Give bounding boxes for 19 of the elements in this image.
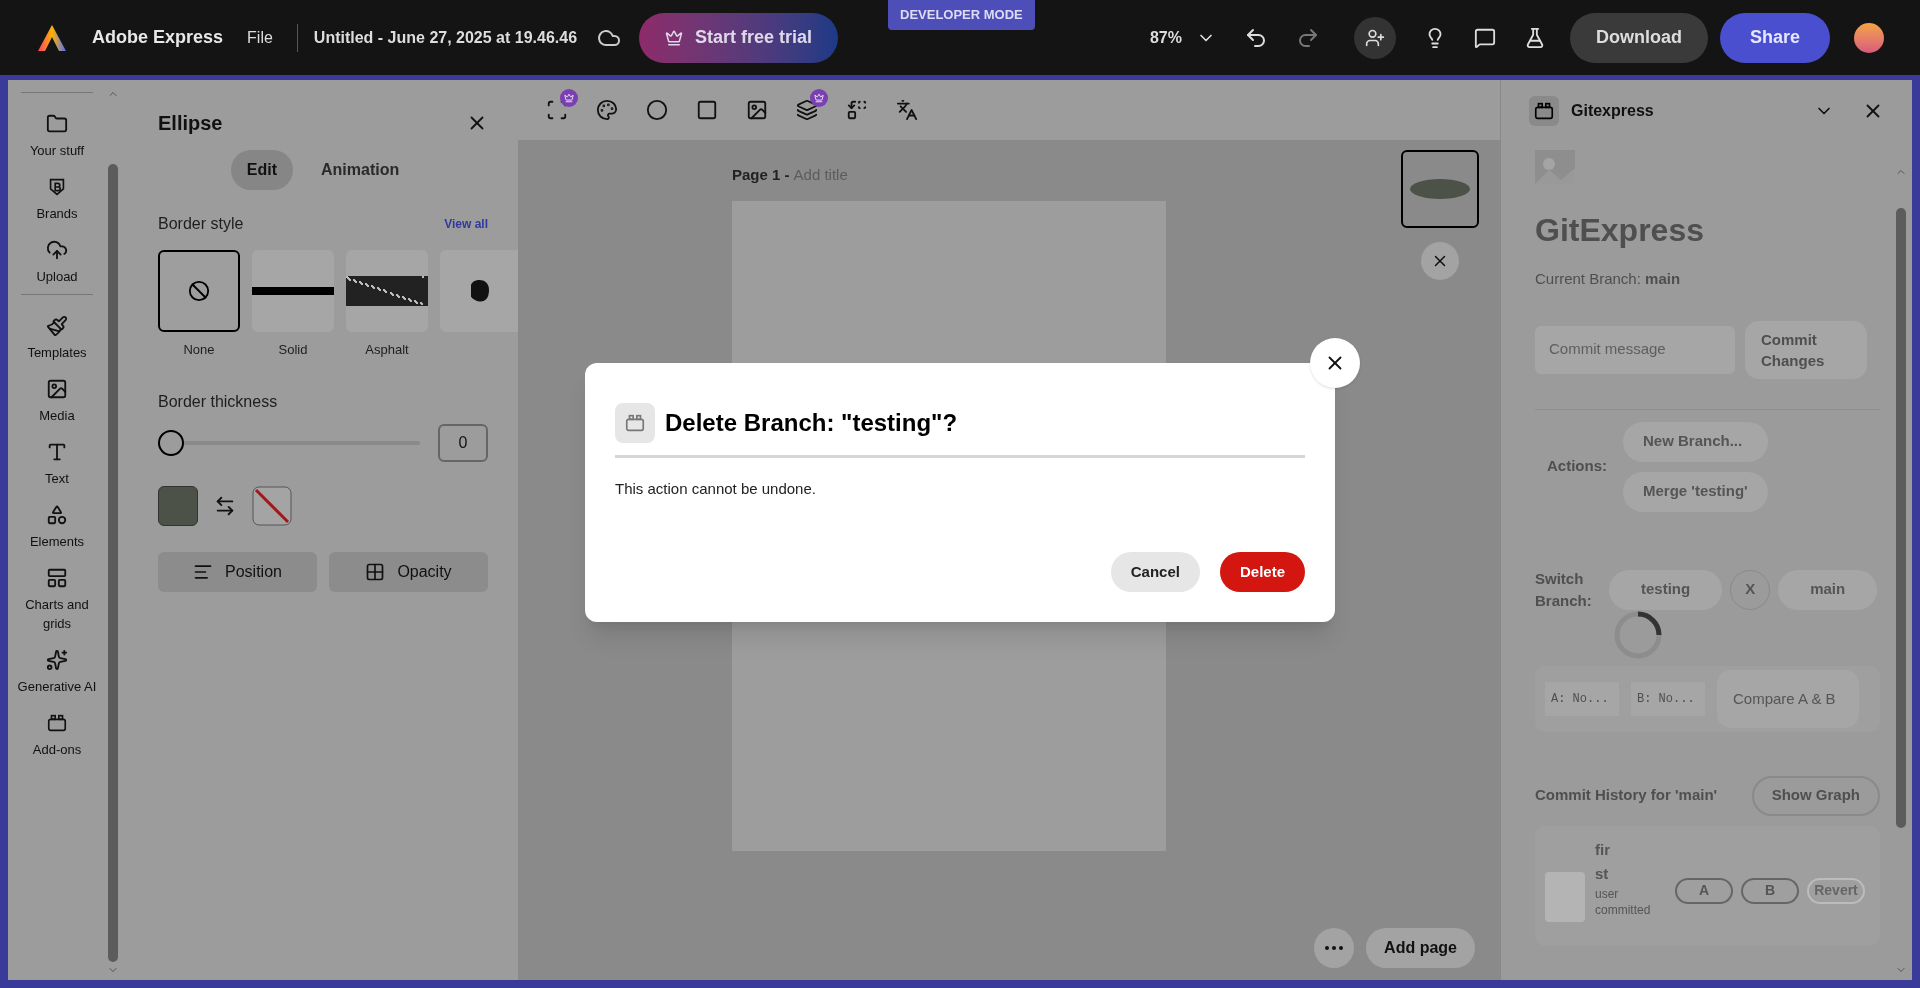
current-branch: Current Branch: main: [1535, 269, 1682, 289]
border-style-label: Asphalt: [365, 341, 409, 359]
commit-message: first: [1595, 839, 1611, 884]
dialog-title: Delete Branch: "testing"?: [665, 408, 958, 438]
app-name: Adobe Express: [92, 26, 224, 49]
section-label: Border thickness: [158, 391, 279, 412]
commit-detail: user committed: [1595, 885, 1652, 918]
section-label: Border style: [158, 214, 244, 234]
addon-heading: GitExpress: [1535, 211, 1705, 250]
addon-title: Gitexpress: [1571, 101, 1654, 121]
panel-title: Ellipse: [158, 111, 223, 136]
mode-badge: DEVELOPER MODE: [888, 0, 1035, 30]
dialog-message: This action cannot be undone.: [615, 479, 817, 499]
page-label: Page 1 -: [732, 165, 790, 185]
border-style-label: None: [183, 341, 215, 359]
border-style-label: Solid: [278, 341, 308, 359]
history-label: Commit History for 'main': [1535, 785, 1718, 806]
actions-label: Actions:: [1547, 456, 1607, 477]
switch-label: Switch Branch:: [1535, 568, 1593, 611]
